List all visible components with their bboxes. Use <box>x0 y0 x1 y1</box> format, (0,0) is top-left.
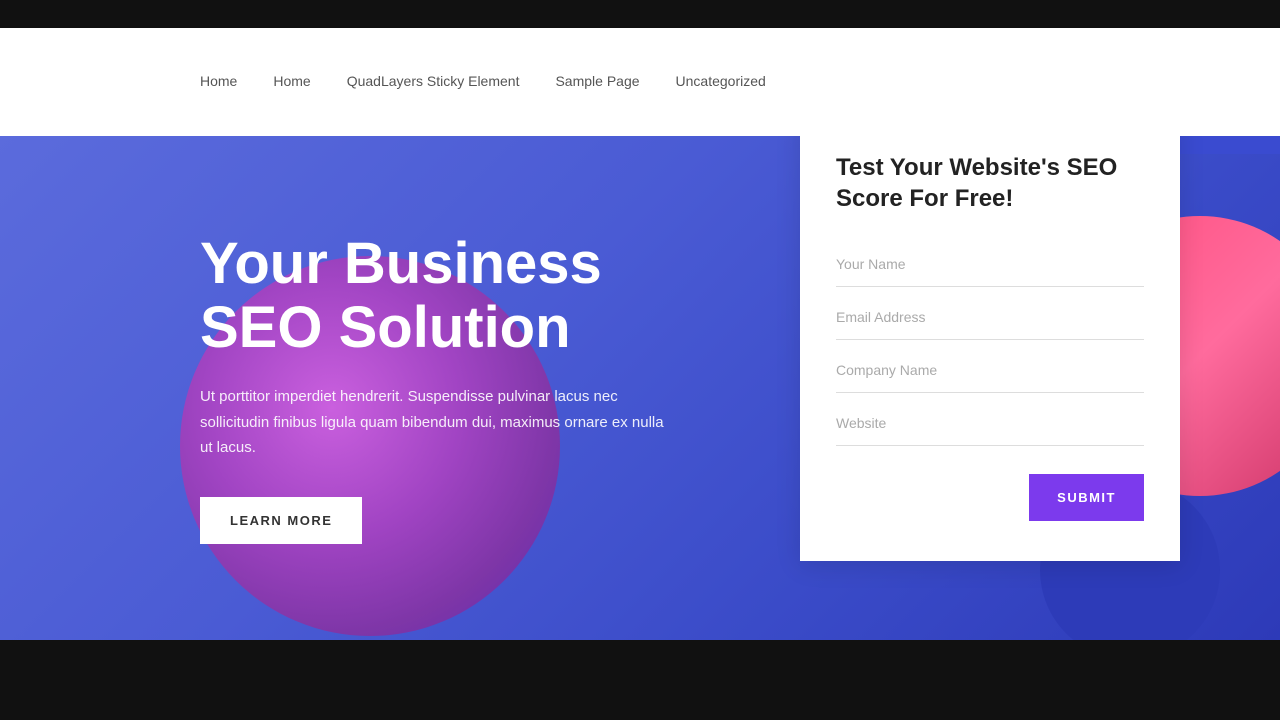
nav-link-home2[interactable]: Home <box>273 73 310 89</box>
nav-item-sample[interactable]: Sample Page <box>555 73 639 91</box>
seo-form-card: Test Your Website's SEO Score For Free! … <box>800 136 1180 561</box>
nav-link-uncategorized[interactable]: Uncategorized <box>676 73 766 89</box>
hero-section: Your Business SEO Solution Ut porttitor … <box>0 136 1280 640</box>
nav-links: Home Home QuadLayers Sticky Element Samp… <box>200 73 766 91</box>
hero-title: Your Business SEO Solution <box>200 232 700 360</box>
nav-item-uncategorized[interactable]: Uncategorized <box>676 73 766 91</box>
your-name-input[interactable] <box>836 242 1144 287</box>
learn-more-button[interactable]: LEARN MORE <box>200 497 362 544</box>
nav-item-home2[interactable]: Home <box>273 73 310 91</box>
nav-link-home1[interactable]: Home <box>200 73 237 89</box>
nav-link-quadlayers[interactable]: QuadLayers Sticky Element <box>347 73 520 89</box>
company-name-input[interactable] <box>836 348 1144 393</box>
nav-bar: Home Home QuadLayers Sticky Element Samp… <box>0 28 1280 136</box>
form-submit-row: SUBMIT <box>836 474 1144 521</box>
nav-item-quadlayers[interactable]: QuadLayers Sticky Element <box>347 73 520 91</box>
email-address-input[interactable] <box>836 295 1144 340</box>
top-bar <box>0 0 1280 28</box>
nav-link-sample[interactable]: Sample Page <box>555 73 639 89</box>
website-input[interactable] <box>836 401 1144 446</box>
hero-description: Ut porttitor imperdiet hendrerit. Suspen… <box>200 384 670 461</box>
nav-item-home1[interactable]: Home <box>200 73 237 91</box>
form-title: Test Your Website's SEO Score For Free! <box>836 152 1144 214</box>
hero-content: Your Business SEO Solution Ut porttitor … <box>0 232 700 543</box>
bottom-bar <box>0 640 1280 668</box>
submit-button[interactable]: SUBMIT <box>1029 474 1144 521</box>
